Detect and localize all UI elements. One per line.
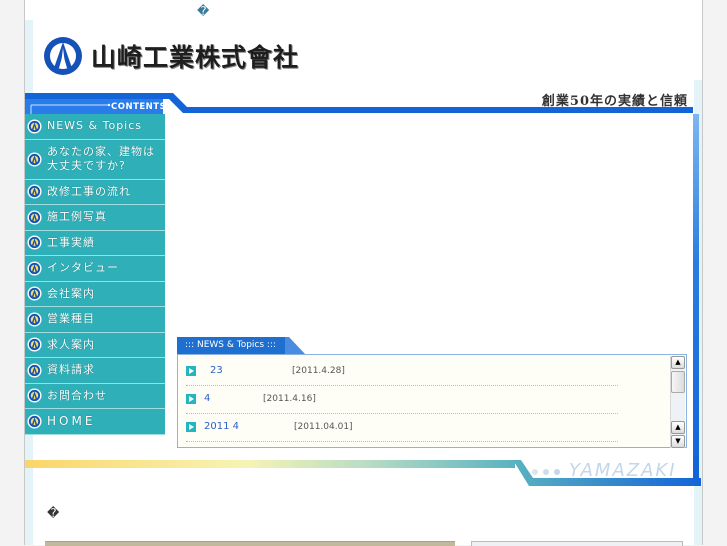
scroll-up-button[interactable]: ▲ [671, 356, 685, 369]
company-name: 山崎工業株式會社 [91, 43, 300, 72]
news-tab: ::: NEWS & Topics ::: [177, 337, 285, 354]
news-panel: ::: NEWS & Topics ::: 23 [2011.4.28] 4 [… [177, 337, 687, 448]
brand-dots [532, 469, 560, 475]
emblem-bullet-icon [27, 119, 42, 134]
sidebar-item-label: インタビュー [47, 261, 119, 275]
emblem-bullet-icon [27, 414, 42, 429]
sidebar-item-renovation-flow[interactable]: 改修工事の流れ [25, 179, 165, 205]
news-date: [2011.04.01] [294, 422, 353, 432]
sidebar-item-construction-photos[interactable]: 施工例写真 [25, 205, 165, 231]
sidebar-item-building-check[interactable]: あなたの家、建物は 大丈夫ですか? [25, 139, 165, 180]
bottom-menu-bar [45, 541, 455, 546]
news-date: [2011.4.16] [263, 394, 316, 404]
news-title[interactable]: 4 [204, 393, 210, 404]
news-list: 23 [2011.4.28] 4 [2011.4.16] 2011 4 [201… [177, 354, 687, 448]
arrow-right-icon [186, 366, 196, 376]
emblem-bullet-icon [27, 151, 42, 167]
emblem-bullet-icon [27, 388, 42, 403]
news-item[interactable]: 4 [2011.4.16] [186, 385, 618, 414]
scroll-down-button[interactable]: ▼ [671, 435, 685, 448]
sidebar-item-company-info[interactable]: 会社案内 [25, 281, 165, 307]
top-unknown-glyph: � [197, 4, 210, 18]
emblem-bullet-icon [27, 337, 42, 352]
sidebar-item-request-materials[interactable]: 資料請求 [25, 358, 165, 384]
sidebar-item-label: あなたの家、建物は 大丈夫ですか? [47, 145, 155, 173]
label-line-2: 大丈夫ですか? [47, 159, 126, 172]
emblem-bullet-icon [27, 235, 42, 250]
sidebar-item-recruitment[interactable]: 求人案内 [25, 332, 165, 358]
sidebar-item-news-topics[interactable]: NEWS & Topics [25, 114, 165, 140]
emblem-bullet-icon [27, 184, 42, 199]
sidebar-item-track-record[interactable]: 工事実績 [25, 230, 165, 256]
emblem-bullet-icon [27, 312, 42, 327]
sidebar-item-label: HOME [47, 414, 96, 429]
page: � 山崎工業株式會社 創業50年の実績と信頼 CONTENTS NEWS & T… [24, 0, 703, 546]
news-date: [2011.4.28] [292, 366, 345, 376]
main-right-bar [693, 114, 699, 484]
news-scrollbar[interactable]: ▲ ▲ ▼ [670, 356, 685, 448]
sidebar-item-label: 営業種目 [47, 312, 95, 326]
sidebar-item-label: NEWS & Topics [47, 119, 143, 133]
sidebar-item-label: お問合わせ [47, 388, 107, 402]
sidebar-item-business-lines[interactable]: 営業種目 [25, 307, 165, 333]
footer-brand-text: YAMAZAKI [569, 460, 677, 481]
emblem-bullet-icon [27, 363, 42, 378]
contents-label: CONTENTS [111, 102, 166, 112]
emblem-bullet-icon [27, 210, 42, 225]
sidebar-item-label: 改修工事の流れ [47, 184, 131, 198]
sidebar-item-label: 求人案内 [47, 337, 95, 351]
header-contents-frame: CONTENTS [25, 93, 693, 115]
news-item[interactable]: 2011 4 [2011.04.01] [186, 413, 618, 442]
sidebar-item-interview[interactable]: インタビュー [25, 256, 165, 282]
news-title[interactable]: 23 [210, 365, 223, 376]
sidebar-item-label: 会社案内 [47, 286, 95, 300]
news-tab-slant [285, 337, 305, 354]
sidebar-nav: NEWS & Topics あなたの家、建物は 大丈夫ですか? 改修工事の流れ 施… [25, 114, 165, 435]
scroll-up-button-secondary[interactable]: ▲ [671, 421, 685, 434]
sidebar-item-label: 施工例写真 [47, 210, 107, 224]
sidebar-item-label: 工事実績 [47, 235, 95, 249]
company-logo[interactable]: 山崎工業株式會社 [43, 36, 299, 76]
news-title[interactable]: 2011 4 [204, 421, 239, 432]
sidebar-item-home[interactable]: HOME [25, 409, 165, 435]
label-line-1: あなたの家、建物は [47, 145, 155, 158]
scroll-thumb[interactable] [671, 371, 685, 393]
bottom-unknown-glyph: � [47, 506, 60, 520]
sidebar-item-contact[interactable]: お問合わせ [25, 383, 165, 409]
emblem-bullet-icon [27, 286, 42, 301]
company-emblem-icon [44, 37, 82, 75]
arrow-right-icon [186, 394, 196, 404]
news-item[interactable]: 23 [2011.4.28] [186, 357, 618, 386]
arrow-right-icon [186, 422, 196, 432]
sidebar-item-label: 資料請求 [47, 363, 95, 377]
emblem-bullet-icon [27, 261, 42, 276]
bottom-side-box [471, 541, 683, 546]
